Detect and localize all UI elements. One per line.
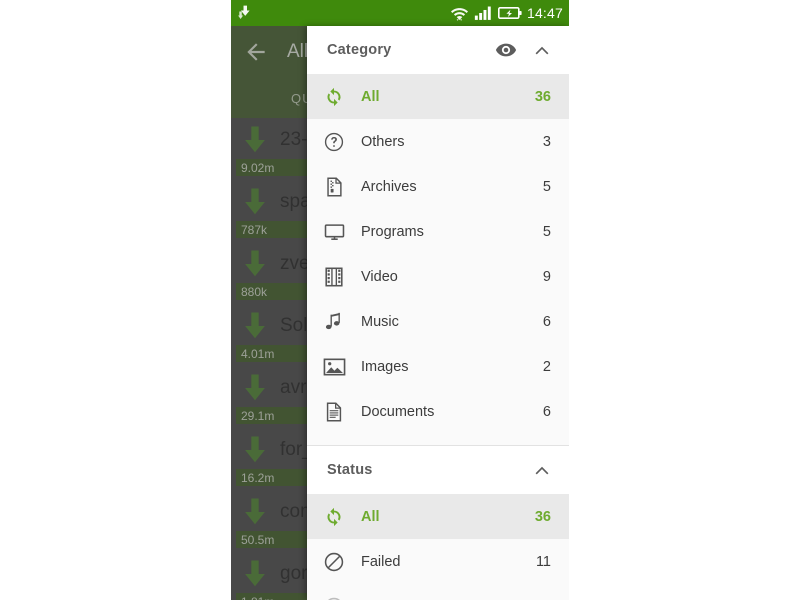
category-item-others[interactable]: Others 3 — [307, 119, 569, 164]
document-icon — [307, 401, 361, 423]
status-section-title: Status — [327, 462, 373, 478]
category-item-label: Others — [361, 133, 405, 150]
download-arrow-icon — [245, 312, 265, 339]
chevron-up-icon[interactable] — [531, 39, 553, 61]
category-item-label: All — [361, 88, 380, 105]
filter-drawer: Category All 36 Others 3 Archives 5 Prog… — [307, 26, 569, 600]
category-item-count: 36 — [534, 88, 551, 105]
back-arrow-icon[interactable] — [243, 39, 269, 65]
monitor-icon — [307, 221, 361, 243]
download-arrow-icon — [245, 250, 265, 277]
drawer-spacer — [307, 434, 569, 441]
category-item-label: Video — [361, 268, 398, 285]
list-item-size: 787k — [241, 222, 268, 237]
category-section-title: Category — [327, 42, 392, 58]
category-item-archives[interactable]: Archives 5 — [307, 164, 569, 209]
category-item-count: 6 — [542, 313, 551, 330]
download-arrow-icon — [245, 560, 265, 587]
list-item-size: 1.81m — [241, 595, 274, 600]
status-section-header: Status — [307, 446, 569, 494]
cellular-signal-icon — [474, 6, 491, 20]
status-bar-clock: 14:47 — [526, 5, 563, 21]
category-item-label: Music — [361, 313, 399, 330]
download-arrow-icon — [245, 374, 265, 401]
question-icon — [307, 131, 361, 153]
image-icon — [307, 357, 361, 377]
download-arrow-icon — [245, 498, 265, 525]
category-item-music[interactable]: Music 6 — [307, 299, 569, 344]
list-item-size: 16.2m — [241, 470, 275, 485]
sync-icon — [307, 86, 361, 108]
status-item-partial[interactable] — [307, 584, 569, 600]
screenshot-root: 14:47 All QUEUE 23-0 — [0, 0, 800, 600]
list-item-size: 29.1m — [241, 408, 275, 423]
download-manager-icon — [238, 5, 250, 19]
list-item-size: 50.5m — [241, 532, 275, 547]
category-item-count: 2 — [542, 358, 551, 375]
status-item-failed[interactable]: Failed 11 — [307, 539, 569, 584]
archive-icon — [307, 176, 361, 198]
status-bar: 14:47 — [231, 0, 569, 26]
category-item-all[interactable]: All 36 — [307, 74, 569, 119]
status-item-count: 11 — [535, 553, 551, 570]
chevron-up-icon[interactable] — [531, 459, 553, 481]
category-item-video[interactable]: Video 9 — [307, 254, 569, 299]
status-item-label: All — [361, 508, 380, 525]
sync-icon — [307, 506, 361, 528]
category-section-header: Category — [307, 26, 569, 74]
eye-icon[interactable] — [495, 39, 517, 61]
download-arrow-icon — [245, 436, 265, 463]
category-item-count: 3 — [542, 133, 551, 150]
list-item-size: 4.01m — [241, 346, 275, 361]
category-item-label: Images — [361, 358, 409, 375]
status-bar-right: 14:47 — [450, 5, 563, 22]
category-header-actions — [495, 39, 553, 61]
category-item-label: Programs — [361, 223, 424, 240]
blocked-icon — [307, 551, 361, 573]
wifi-icon — [450, 7, 468, 21]
status-bar-left — [236, 4, 255, 23]
page-title: All — [287, 41, 309, 62]
partial-row-icon — [307, 596, 361, 600]
category-item-label: Archives — [361, 178, 417, 195]
phone-screen: 14:47 All QUEUE 23-0 — [231, 0, 569, 600]
film-icon — [307, 266, 361, 288]
category-item-count: 5 — [542, 223, 551, 240]
status-item-all[interactable]: All 36 — [307, 494, 569, 539]
category-item-count: 9 — [542, 268, 551, 285]
download-arrow-icon — [245, 188, 265, 215]
list-item-size: 880k — [241, 284, 268, 299]
status-header-actions — [531, 459, 553, 481]
category-item-images[interactable]: Images 2 — [307, 344, 569, 389]
status-item-count: 36 — [534, 508, 551, 525]
category-item-documents[interactable]: Documents 6 — [307, 389, 569, 434]
battery-charging-icon — [497, 6, 522, 19]
download-arrow-icon — [245, 126, 265, 153]
category-item-programs[interactable]: Programs 5 — [307, 209, 569, 254]
category-item-count: 5 — [542, 178, 551, 195]
category-item-count: 6 — [542, 403, 551, 420]
music-note-icon — [307, 311, 361, 333]
category-item-label: Documents — [361, 403, 435, 420]
list-item-size: 9.02m — [241, 160, 275, 175]
status-item-label: Failed — [361, 553, 401, 570]
